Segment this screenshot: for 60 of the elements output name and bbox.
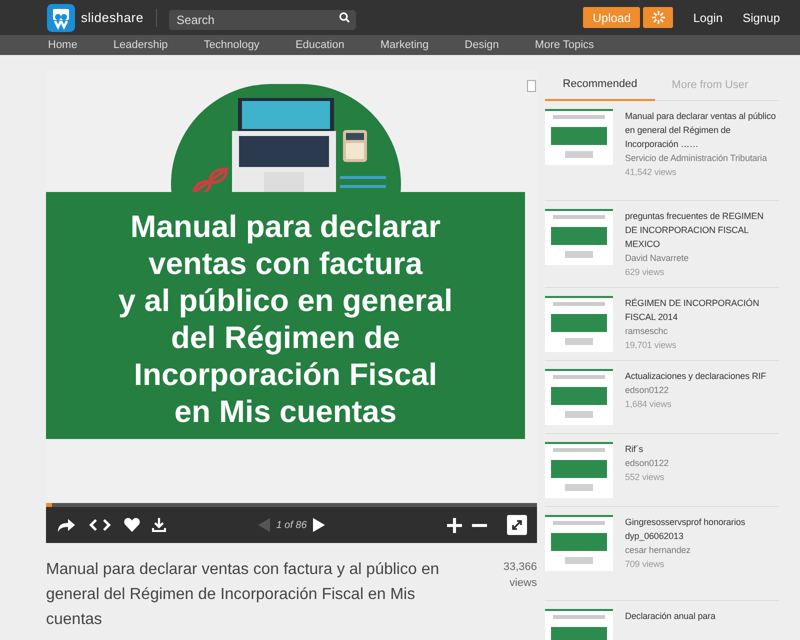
download-icon[interactable]: [152, 518, 166, 532]
item-title[interactable]: Actualizaciones y declaraciones RIF: [625, 369, 768, 383]
logo-text[interactable]: slideshare: [81, 8, 144, 28]
item-author[interactable]: edson0122: [625, 383, 768, 397]
thumbnail-drawing[interactable]: [545, 442, 613, 498]
sidebar-tab[interactable]: Recommended: [545, 70, 655, 101]
slide-text: del Régimen de: [170, 318, 400, 356]
item-title[interactable]: Rif´s: [625, 442, 669, 456]
embed-icon[interactable]: [88, 518, 112, 532]
nav-link[interactable]: Design: [464, 36, 499, 54]
views-label: views: [509, 576, 537, 591]
slide-text: y al público en general: [118, 282, 453, 318]
nav-link[interactable]: Leadership: [113, 36, 168, 54]
thumbnail-drawing[interactable]: [545, 515, 613, 571]
sparkle-icon: [652, 11, 665, 24]
search-icon[interactable]: [338, 12, 350, 22]
item-title[interactable]: preguntas frecuentes de REGIMEN DE INCORPORACION FISCAL MEXICO: [625, 209, 779, 251]
slide-text: Manual para declarar: [130, 208, 441, 244]
share-icon[interactable]: [56, 517, 76, 533]
nav-link[interactable]: Home: [48, 36, 78, 54]
item-author[interactable]: ramseschc: [625, 324, 779, 338]
next-icon[interactable]: [312, 518, 325, 532]
logo-icon[interactable]: [47, 4, 75, 32]
item-views: 19,701 views: [625, 339, 678, 352]
slide-text: ventas con factura: [148, 244, 422, 282]
view-count: 33,366: [503, 560, 537, 575]
calculator-icon: [343, 130, 367, 162]
item-views: 629 views: [625, 266, 666, 279]
nav-link[interactable]: Education: [295, 36, 344, 54]
nav-link[interactable]: More Topics: [534, 36, 594, 54]
item-title[interactable]: Gingresosservsprof honorarios dyp_06062013: [625, 515, 779, 543]
item-views: 1,684 views: [625, 398, 672, 411]
item-title[interactable]: Manual para declarar ventas al público en general del Régimen de Incorporación ……: [625, 109, 779, 151]
pens-icon: [340, 176, 386, 188]
signup-link[interactable]: Signup: [742, 8, 780, 26]
thumbnail-drawing[interactable]: [545, 296, 613, 352]
thumbnail-drawing[interactable]: [545, 209, 613, 265]
thumbnail-drawing[interactable]: [545, 369, 613, 425]
page-counter: 1 of 86: [276, 518, 307, 532]
zoom-in-icon[interactable]: [447, 518, 462, 532]
item-title[interactable]: Declaración anual para: [625, 609, 718, 623]
thumbnail-drawing[interactable]: [545, 109, 613, 165]
magic-button[interactable]: [643, 7, 674, 28]
heart-icon[interactable]: [124, 518, 140, 532]
item-views: 41,542 views: [625, 166, 678, 179]
nav-link[interactable]: Marketing: [380, 36, 429, 54]
search-field[interactable]: Search: [168, 10, 356, 30]
item-views: 552 views: [625, 471, 666, 484]
slide-text: en Mis cuentas: [174, 392, 397, 430]
item-author[interactable]: Servicio de Administración Tributaria: [625, 151, 779, 165]
item-title[interactable]: RÉGIMEN DE INCORPORACIÓN FISCAL 2014: [625, 296, 779, 324]
item-author[interactable]: cesar hernandez: [625, 543, 779, 557]
item-views: 709 views: [625, 558, 666, 571]
document-title: Manual para declarar ventas con factura y al público en general del Régimen de Incorporación Fiscal en Mis cuentas: [46, 560, 440, 630]
slide-text: Incorporación Fiscal: [134, 356, 438, 392]
nav-link[interactable]: Technology: [204, 36, 260, 54]
fullscreen-icon[interactable]: [507, 515, 527, 535]
item-author[interactable]: edson0122: [625, 456, 669, 470]
item-author[interactable]: David Navarrete: [625, 251, 779, 265]
login-link[interactable]: Login: [693, 8, 723, 26]
